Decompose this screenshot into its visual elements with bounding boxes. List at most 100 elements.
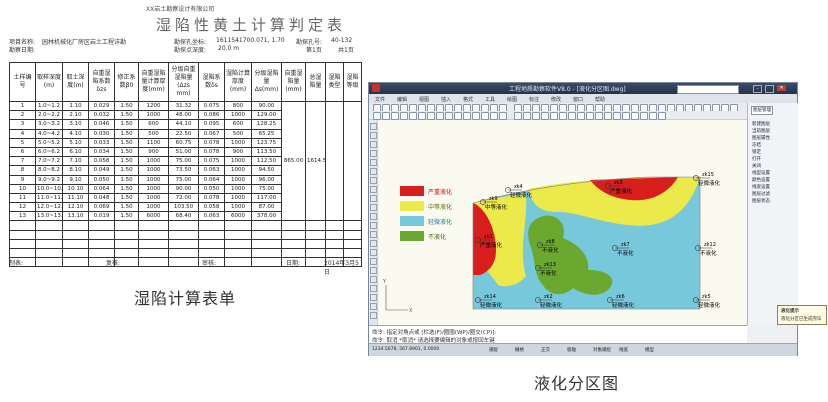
toolbar-button-icon[interactable] xyxy=(658,112,666,120)
app-logo-icon[interactable] xyxy=(372,84,380,92)
draw-tool-icon[interactable] xyxy=(370,168,377,175)
menu-item[interactable]: 视图 xyxy=(419,96,429,103)
toolbar-button-icon[interactable] xyxy=(523,112,531,120)
toolbar-button-icon[interactable] xyxy=(649,112,657,120)
notification-popup[interactable]: 液化提示 液化分区已生成完毕 xyxy=(777,305,827,325)
toolbar-button-icon[interactable] xyxy=(436,112,444,120)
status-toggle[interactable]: 对象捕捉 xyxy=(593,347,611,353)
draw-tool-icon[interactable] xyxy=(370,312,377,319)
status-toggle[interactable]: 正交 xyxy=(541,347,550,353)
layer-panel-item[interactable]: 图层过滤 xyxy=(752,191,770,197)
draw-tool-icon[interactable] xyxy=(370,231,377,238)
draw-tool-icon[interactable] xyxy=(370,222,377,229)
toolbar-button-icon[interactable] xyxy=(373,112,381,120)
draw-tool-icon[interactable] xyxy=(370,267,377,274)
toolbar-button-icon[interactable] xyxy=(631,112,639,120)
status-toggle[interactable]: 栅格 xyxy=(515,347,524,353)
menu-item[interactable]: 修改 xyxy=(551,96,561,103)
toolbar-button-icon[interactable] xyxy=(514,112,522,120)
layer-panel-item[interactable]: 线宽设置 xyxy=(752,184,770,190)
draw-tool-icon[interactable] xyxy=(370,141,377,148)
toolbar-button-icon[interactable] xyxy=(559,112,567,120)
table-cell: 0.069 xyxy=(88,202,115,213)
maximize-icon[interactable] xyxy=(765,85,774,93)
status-toggle[interactable]: 极轴 xyxy=(567,347,576,353)
toolbar-button-icon[interactable] xyxy=(595,112,603,120)
toolbar-button-icon[interactable] xyxy=(622,112,630,120)
toolbar-button-icon[interactable] xyxy=(463,112,471,120)
toolbar-button-icon[interactable] xyxy=(427,112,435,120)
toolbar-button-icon[interactable] xyxy=(418,112,426,120)
layer-panel-item[interactable]: 颜色设置 xyxy=(752,177,770,183)
table-cell: 73.50 xyxy=(168,165,199,176)
toolbar-button-icon[interactable] xyxy=(391,112,399,120)
minimize-icon[interactable]: – xyxy=(753,85,762,93)
toolbar-button-icon[interactable] xyxy=(481,112,489,120)
layer-panel-item[interactable]: 冻结 xyxy=(752,142,761,148)
table-cell: 1000 xyxy=(138,202,169,213)
draw-tool-icon[interactable] xyxy=(370,303,377,310)
toolbar-button-icon[interactable] xyxy=(409,112,417,120)
draw-tool-icon[interactable] xyxy=(370,258,377,265)
layer-panel-item[interactable]: 图层属性 xyxy=(752,135,770,141)
menu-item[interactable]: 窗口 xyxy=(573,96,583,103)
toolbar-button-icon[interactable] xyxy=(613,112,621,120)
table-cell xyxy=(198,238,225,250)
layer-panel-item[interactable]: 当前图层 xyxy=(752,128,770,134)
table-cell: 90.00 xyxy=(251,100,282,112)
toolbar-button-icon[interactable] xyxy=(532,112,540,120)
toolbar-button-icon[interactable] xyxy=(604,112,612,120)
draw-tool-icon[interactable] xyxy=(370,132,377,139)
toolbar-button-icon[interactable] xyxy=(640,112,648,120)
toolbar-button-icon[interactable] xyxy=(568,112,576,120)
draw-tool-icon[interactable] xyxy=(370,213,377,220)
menu-item[interactable]: 文件 xyxy=(375,96,385,103)
draw-tool-icon[interactable] xyxy=(370,240,377,247)
toolbar-button-icon[interactable] xyxy=(550,112,558,120)
draw-tool-icon[interactable] xyxy=(370,186,377,193)
draw-tool-icon[interactable] xyxy=(370,285,377,292)
menu-item[interactable]: 标注 xyxy=(529,96,539,103)
layer-panel-item[interactable]: 新建图层 xyxy=(752,121,770,127)
toolbar-button-icon[interactable] xyxy=(490,112,498,120)
draw-tool-icon[interactable] xyxy=(370,195,377,202)
toolbar-button-icon[interactable] xyxy=(382,112,390,120)
status-toggle[interactable]: 线宽 xyxy=(619,347,628,353)
toolbar-button-icon[interactable] xyxy=(400,112,408,120)
menu-item[interactable]: 插入 xyxy=(441,96,451,103)
layer-panel-item[interactable]: 图层状态 xyxy=(752,198,770,204)
close-icon[interactable]: ✕ xyxy=(777,85,786,91)
layer-panel-item[interactable]: 关闭 xyxy=(752,163,761,169)
help-search-input[interactable] xyxy=(677,85,739,94)
draw-tool-icon[interactable] xyxy=(370,249,377,256)
menu-item[interactable]: 工具 xyxy=(485,96,495,103)
layer-panel-item[interactable]: 线型设置 xyxy=(752,170,770,176)
draw-tool-icon[interactable] xyxy=(370,204,377,211)
status-toggle[interactable]: 捕捉 xyxy=(489,347,498,353)
menu-item[interactable]: 格式 xyxy=(463,96,473,103)
draw-tool-icon[interactable] xyxy=(370,276,377,283)
draw-tool-icon[interactable] xyxy=(370,159,377,166)
draw-tool-icon[interactable] xyxy=(370,294,377,301)
draw-tool-icon[interactable] xyxy=(370,123,377,130)
layer-panel-item[interactable]: 锁定 xyxy=(752,149,761,155)
toolbar-button-icon[interactable] xyxy=(541,112,549,120)
table-row xyxy=(9,238,362,250)
command-line[interactable]: 命令: 指定对角点或 [栏选(F)/圈围(WP)/圈交(CP)]: 命令: 取消… xyxy=(369,325,747,344)
table-cell: 9 xyxy=(9,174,36,185)
toolbar-button-icon[interactable] xyxy=(445,112,453,120)
toolbar-button-icon[interactable] xyxy=(472,112,480,120)
menu-item[interactable]: 绘图 xyxy=(507,96,517,103)
draw-tool-icon[interactable] xyxy=(370,177,377,184)
toolbar-button-icon[interactable] xyxy=(586,112,594,120)
drawing-canvas[interactable]: 严重液化 中等液化 轻微液化 不液化 zk9 中等液化 zk3 严重液化 zk15 轻微液… xyxy=(378,120,746,325)
status-toggle[interactable]: 模型 xyxy=(645,347,654,353)
draw-tool-icon[interactable] xyxy=(370,150,377,157)
toolbar-button-icon[interactable] xyxy=(499,112,507,120)
toolbar-button-icon[interactable] xyxy=(454,112,462,120)
layer-panel-header[interactable]: 图层管理 xyxy=(751,106,773,115)
menu-item[interactable]: 编辑 xyxy=(397,96,407,103)
toolbar-button-icon[interactable] xyxy=(577,112,585,120)
menu-item[interactable]: 帮助 xyxy=(595,96,605,103)
layer-panel-item[interactable]: 打开 xyxy=(752,156,761,162)
